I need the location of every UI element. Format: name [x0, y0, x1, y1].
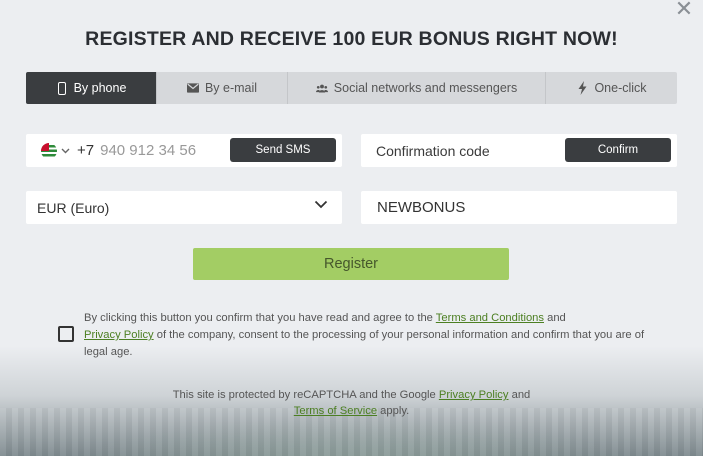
recaptcha-text-part: This site is protected by reCAPTCHA and …	[172, 389, 439, 401]
privacy-policy-link[interactable]: Privacy Policy	[84, 329, 154, 341]
recaptcha-text-part: and	[508, 389, 531, 401]
agreement-checkbox[interactable]	[58, 326, 74, 342]
tab-label: By phone	[73, 81, 127, 95]
send-sms-button[interactable]: Send SMS	[230, 138, 336, 162]
recaptcha-text-part: apply.	[377, 405, 410, 417]
agreement-text: By clicking this button you confirm that…	[84, 310, 659, 361]
tab-social-networks[interactable]: Social networks and messengers	[288, 72, 546, 104]
chevron-down-icon[interactable]	[61, 146, 71, 156]
modal-title: REGISTER AND RECEIVE 100 EUR BONUS RIGHT…	[85, 28, 618, 50]
google-terms-of-service-link[interactable]: Terms of Service	[294, 405, 377, 417]
promo-code-field	[361, 191, 677, 224]
tab-one-click[interactable]: One-click	[546, 72, 677, 104]
close-icon[interactable]: ✕	[673, 0, 695, 22]
confirmation-code-input[interactable]	[376, 142, 556, 159]
agreement-text-part: and	[544, 312, 566, 324]
tab-label: Social networks and messengers	[333, 81, 518, 95]
tab-label: By e-mail	[204, 81, 258, 95]
google-privacy-policy-link[interactable]: Privacy Policy	[439, 389, 509, 401]
recaptcha-notice: This site is protected by reCAPTCHA and …	[0, 387, 703, 419]
country-code: +7	[77, 142, 95, 159]
currency-selected-value: EUR (Euro)	[37, 199, 110, 216]
phone-icon	[56, 81, 68, 95]
agreement-text-part: By clicking this button you confirm that…	[84, 312, 436, 324]
promo-code-input[interactable]	[377, 199, 657, 216]
envelope-icon	[186, 81, 199, 95]
confirm-button[interactable]: Confirm	[565, 138, 671, 162]
chevron-down-icon	[314, 197, 328, 211]
registration-method-tabs: By phone By e-mail Social networks and m…	[26, 72, 677, 104]
tab-by-email[interactable]: By e-mail	[157, 72, 288, 104]
country-flag-icon[interactable]	[41, 142, 57, 159]
tab-label: One-click	[594, 81, 647, 95]
currency-select[interactable]: EUR (Euro)	[26, 191, 342, 224]
users-icon	[315, 81, 328, 95]
agreement-text-part: of the company, consent to the processin…	[84, 329, 645, 358]
register-button[interactable]: Register	[193, 248, 509, 280]
confirmation-code-field: Confirm	[361, 134, 677, 167]
phone-field: +7 Send SMS	[26, 134, 342, 167]
tab-by-phone[interactable]: By phone	[26, 72, 157, 104]
lightning-icon	[576, 81, 588, 95]
phone-input[interactable]	[100, 142, 231, 159]
terms-and-conditions-link[interactable]: Terms and Conditions	[436, 312, 544, 324]
